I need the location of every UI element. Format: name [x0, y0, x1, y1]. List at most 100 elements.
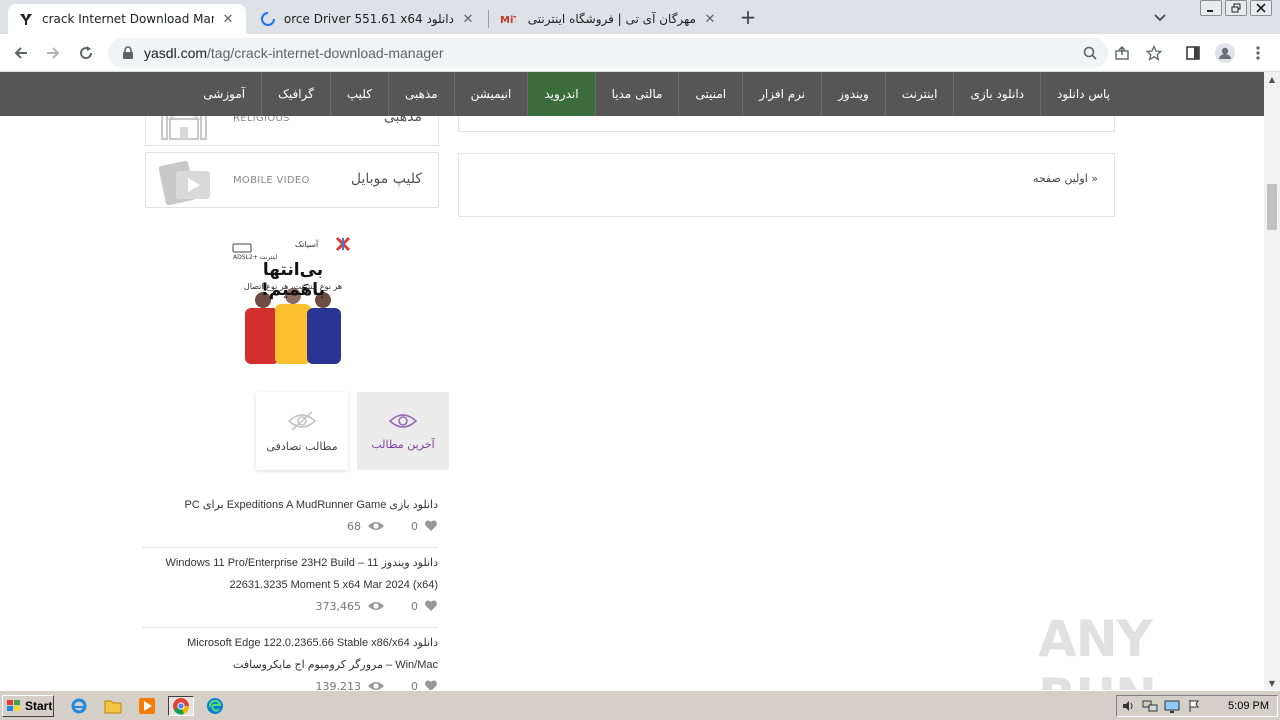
start-button[interactable]: Start — [2, 695, 54, 717]
edge-icon[interactable] — [204, 696, 226, 716]
post-meta: 68 0 — [142, 516, 438, 536]
ad-brand: آسیاتک — [295, 240, 319, 249]
volume-icon[interactable] — [1117, 697, 1139, 715]
close-tab-icon[interactable]: ✕ — [702, 11, 718, 27]
windows-taskbar: Start 5:09 PM — [0, 690, 1280, 720]
close-tab-icon[interactable]: ✕ — [460, 11, 476, 27]
eye-icon — [389, 413, 417, 428]
browser-tab-strip: crack Internet Download Manager | ✕ دانل… — [0, 0, 1280, 34]
share-icon[interactable] — [1111, 42, 1133, 64]
forward-icon[interactable] — [42, 42, 64, 64]
tab-title: مهرگان آی تی | فروشگاه اینترنتی مهرگان — [524, 12, 696, 26]
mobile-video-icon — [158, 160, 210, 205]
likes-count: 0 — [411, 599, 418, 613]
list-item[interactable]: دانلود بازی Expeditions A MudRunner Game… — [142, 494, 438, 548]
page-scrollbar[interactable]: ▲ ▼ — [1264, 72, 1280, 690]
heart-icon[interactable] — [424, 680, 438, 690]
views-count: 68 — [347, 519, 361, 533]
tab-label: آخرین مطالب — [371, 437, 435, 451]
window-controls — [1200, 0, 1272, 18]
list-item[interactable]: دانلود Microsoft Edge 122.0.2365.66 Stab… — [142, 632, 438, 690]
nav-item-internet[interactable]: اینترنت — [884, 72, 954, 116]
loading-icon — [260, 11, 276, 27]
address-bar[interactable]: yasdl.com/tag/crack-internet-download-ma… — [108, 38, 1108, 68]
minimize-icon[interactable] — [1200, 0, 1222, 16]
nav-item-religious[interactable]: مذهبی — [387, 72, 454, 116]
category-fa-label: کلیپ موبایل — [350, 171, 422, 187]
nav-item-windows[interactable]: ویندوز — [821, 72, 885, 116]
tab-mehregan-it[interactable]: MiT مهرگان آی تی | فروشگاه اینترنتی مهرگ… — [490, 4, 728, 34]
lock-icon[interactable] — [120, 45, 136, 61]
folder-icon[interactable] — [102, 696, 124, 716]
flag-icon[interactable] — [1183, 697, 1205, 715]
category-en-label: MOBILE VIDEO — [233, 175, 310, 186]
nav-item-graphic[interactable]: گرافیک — [261, 72, 330, 116]
first-page-link[interactable]: « اولین صفحه — [1033, 172, 1098, 185]
views-eye-icon — [368, 682, 384, 690]
media-player-icon[interactable] — [136, 696, 158, 716]
views-count: 373,465 — [315, 599, 362, 613]
tab-title: crack Internet Download Manager | — [42, 12, 214, 26]
web-page: RELIGIOUS مذهبی MOBILE VIDEO کلیپ موبایل… — [0, 72, 1264, 690]
kebab-menu-icon[interactable] — [1247, 42, 1269, 64]
tab-search-chevron-icon[interactable] — [1152, 9, 1168, 25]
eye-off-icon — [288, 410, 316, 431]
scroll-thumb[interactable] — [1267, 184, 1277, 230]
start-label: Start — [25, 699, 53, 713]
yasdl-icon — [18, 11, 34, 27]
nav-item-clip[interactable]: کلیپ — [329, 72, 388, 116]
tab-nvidia-driver[interactable]: دانلود NVIDIA GeForce Driver 551.61 x64 … — [250, 4, 486, 34]
display-icon[interactable] — [1161, 697, 1183, 715]
nav-item-software[interactable]: نرم افزار — [742, 72, 821, 116]
chrome-icon[interactable] — [168, 696, 194, 716]
network-icon[interactable] — [1139, 697, 1161, 715]
search-icon[interactable] — [1082, 45, 1098, 61]
side-panel-icon[interactable] — [1182, 42, 1204, 64]
likes-count: 0 — [411, 519, 418, 533]
scroll-down-icon[interactable]: ▼ — [1264, 676, 1280, 690]
nav-item-animation[interactable]: انیمیشن — [453, 72, 528, 116]
nav-item-pass-download[interactable]: پاس دانلود — [1040, 72, 1126, 116]
profile-avatar-icon[interactable] — [1214, 42, 1236, 64]
browser-toolbar: yasdl.com/tag/crack-internet-download-ma… — [0, 34, 1280, 72]
scroll-up-icon[interactable]: ▲ — [1264, 72, 1280, 86]
reload-icon[interactable] — [75, 42, 97, 64]
nav-item-games[interactable]: دانلود بازی — [953, 72, 1040, 116]
main-nav-bar: پاس دانلود دانلود بازی اینترنت ویندوز نر… — [0, 72, 1264, 116]
views-count: 139,213 — [315, 679, 362, 691]
post-title[interactable]: دانلود Microsoft Edge 122.0.2365.66 Stab… — [142, 632, 438, 676]
close-window-icon[interactable] — [1250, 0, 1272, 16]
new-tab-button[interactable]: + — [738, 7, 758, 27]
likes-count: 0 — [411, 679, 418, 691]
system-tray: 5:09 PM — [1116, 695, 1278, 717]
ad-headline: بی‌انتها باهَمیم! — [261, 260, 325, 300]
mit-icon: MiT — [500, 11, 516, 27]
restore-icon[interactable] — [1225, 0, 1247, 16]
post-meta: 139,213 0 — [142, 676, 438, 690]
nav-item-multimedia[interactable]: مالتی مدیا — [594, 72, 679, 116]
svg-text:MiT: MiT — [500, 15, 516, 26]
bookmark-star-icon[interactable] — [1143, 42, 1165, 64]
list-item[interactable]: دانلود ویندوز 11 – Windows 11 Pro/Enterp… — [142, 552, 438, 628]
post-title[interactable]: دانلود بازی Expeditions A MudRunner Game… — [142, 494, 438, 516]
double-chevron-icon: « — [1091, 172, 1098, 185]
heart-icon[interactable] — [424, 600, 438, 612]
nav-item-security[interactable]: امنیتی — [678, 72, 742, 116]
nav-item-android[interactable]: اندروید — [527, 72, 595, 116]
views-eye-icon — [368, 602, 384, 610]
back-icon[interactable] — [10, 42, 32, 64]
post-title[interactable]: دانلود ویندوز 11 – Windows 11 Pro/Enterp… — [142, 552, 438, 596]
clock: 5:09 PM — [1228, 700, 1269, 712]
views-eye-icon — [368, 522, 384, 530]
tab-random-posts[interactable]: مطالب تصادفی — [256, 392, 348, 470]
tab-label: مطالب تصادفی — [266, 439, 338, 453]
close-tab-icon[interactable]: ✕ — [220, 11, 236, 27]
ad-subline: هر نوع اینترنت، هر نوع اتصال — [243, 282, 343, 291]
nav-item-tutorials[interactable]: آموزشی — [187, 72, 261, 116]
ad-banner[interactable]: آسیاتک ADSL2+ اینترنت بی‌انتها باهَمیم! … — [225, 234, 361, 366]
ie-icon[interactable] — [68, 696, 90, 716]
tab-crack-idm[interactable]: crack Internet Download Manager | ✕ — [8, 4, 246, 34]
category-mobile-video[interactable]: MOBILE VIDEO کلیپ موبایل — [145, 152, 439, 208]
tab-latest-posts[interactable]: آخرین مطالب — [357, 392, 449, 470]
heart-icon[interactable] — [424, 520, 438, 532]
